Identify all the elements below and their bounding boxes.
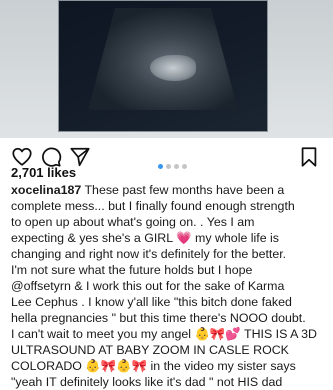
caption-line: hella pregnancies " but this time there'… bbox=[11, 311, 306, 325]
post-caption: xocelina187 These past few months have b… bbox=[11, 182, 327, 390]
likes-count[interactable]: 2,701 likes bbox=[11, 165, 76, 180]
caption-line: complete mess... but I finally found eno… bbox=[11, 199, 295, 213]
carousel-dot bbox=[158, 164, 163, 169]
caption-line: COLORADO 👶🎀👶🎀 in the video my sister say… bbox=[11, 359, 296, 373]
bookmark-icon[interactable] bbox=[298, 146, 320, 168]
caption-line: Lee Cephus . I know y'all like "this bit… bbox=[11, 295, 292, 309]
caption-line: I can't wait to meet you my angel 👶🎀💕 TH… bbox=[11, 327, 317, 341]
carousel-dot bbox=[182, 164, 187, 169]
caption-line: "yeah IT definitely looks like it's dad … bbox=[11, 375, 283, 389]
caption-line: expecting & yes she's a GIRL 💗 my whole … bbox=[11, 231, 280, 245]
caption-line: changing and right now it's definitely f… bbox=[11, 247, 287, 261]
caption-text: These past few months have been a bbox=[81, 183, 285, 197]
ultrasound-fetus bbox=[150, 55, 196, 81]
caption-line: xocelina187 These past few months have b… bbox=[11, 182, 327, 198]
caption-line: to open up about what's going on. . Yes … bbox=[11, 215, 255, 229]
caption-line: @offsetyrn & I work this out for the sak… bbox=[11, 279, 285, 293]
caption-line: ULTRASOUND AT BABY ZOOM IN CASLE ROCK bbox=[11, 343, 289, 357]
carousel-indicator bbox=[158, 156, 190, 169]
post-media[interactable] bbox=[0, 0, 333, 138]
carousel-dot bbox=[166, 164, 171, 169]
caption-line: I'm not sure what the future holds but I… bbox=[11, 263, 253, 277]
username-link[interactable]: xocelina187 bbox=[11, 183, 81, 197]
carousel-dot bbox=[174, 164, 179, 169]
